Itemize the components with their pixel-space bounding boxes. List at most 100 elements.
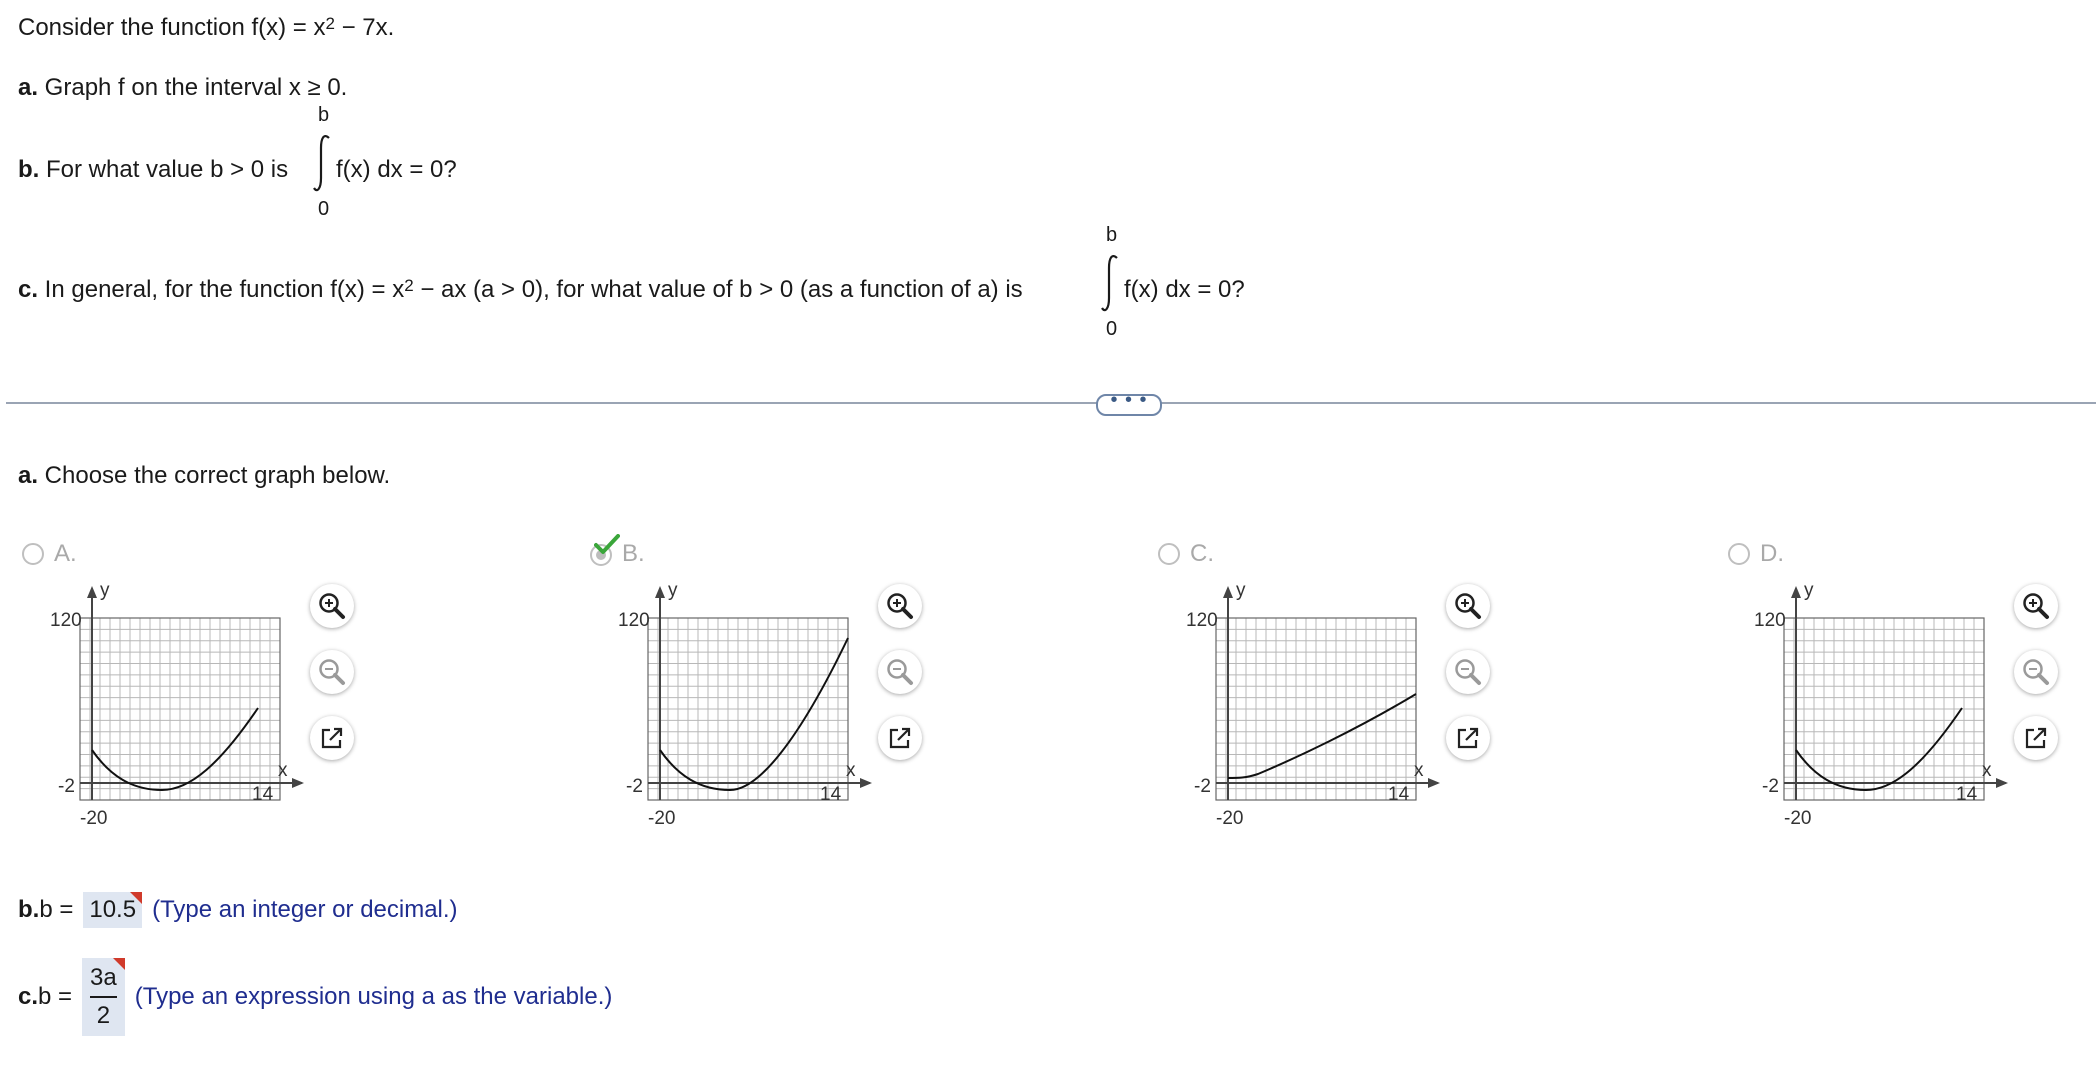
part-c-answer-input[interactable]: 3a 2 (82, 958, 125, 1036)
x-max-tick-label: 14 (252, 784, 274, 805)
answer-flag-icon (130, 892, 143, 904)
x-axis-arrow-icon (1428, 778, 1440, 788)
integral-c-upper-limit: b (1106, 224, 1118, 246)
problem-part-b: b. For what value b > 0 is (18, 156, 288, 184)
zoom-out-button[interactable] (878, 650, 922, 694)
y-axis-arrow-icon (1791, 586, 1801, 598)
open-new-window-button[interactable] (310, 716, 354, 760)
y-max-tick-label: 120 (618, 610, 650, 631)
zoom-out-icon (887, 659, 913, 685)
integral-b-integrand: f(x) dx = 0? (336, 156, 457, 183)
zoom-in-icon (2023, 593, 2049, 619)
answer-flag-icon (112, 958, 125, 970)
y-axis-arrow-icon (1223, 586, 1233, 598)
intro-prefix: Consider the function f(x) = x (18, 14, 326, 41)
show-more-button[interactable]: • • • (1096, 390, 1162, 416)
part-b-answer-input[interactable]: 10.5 (83, 892, 143, 928)
x-min-tick-label: -20 (648, 808, 675, 829)
part-b-label: b. (18, 156, 40, 183)
part-c-prefix: b = (38, 983, 73, 1010)
zoom-out-button[interactable] (310, 650, 354, 694)
x-axis-arrow-icon (860, 778, 872, 788)
x-axis-label: x (1982, 760, 1992, 781)
section-divider (6, 402, 2096, 404)
open-new-window-button[interactable] (1446, 716, 1490, 760)
problem-intro: Consider the function f(x) = x2 − 7x. (18, 14, 394, 42)
zoom-out-icon (319, 659, 345, 685)
integral-b: b f(x) dx = 0? 0 (308, 104, 508, 224)
part-b-hint: (Type an integer or decimal.) (152, 896, 458, 923)
zoom-in-icon (1455, 593, 1481, 619)
zoom-out-button[interactable] (1446, 650, 1490, 694)
x-min-tick-label: -20 (1784, 808, 1811, 829)
option-c-letter: C. (1190, 540, 1214, 567)
problem-part-a: a. Graph f on the interval x ≥ 0. (18, 74, 347, 102)
part-c-hint: (Type an expression using a as the varia… (134, 983, 613, 1010)
open-new-window-button[interactable] (878, 716, 922, 760)
graph-plot: y x 120 -2-20 14 (618, 580, 872, 829)
y-min-tick-label: -2 (1194, 776, 1211, 797)
y-max-tick-label: 120 (50, 610, 82, 631)
zoom-out-icon (1455, 659, 1481, 685)
y-axis-label: y (100, 580, 110, 601)
integral-lower-limit: 0 (318, 198, 330, 220)
intro-exponent: 2 (325, 14, 335, 33)
open-new-window-icon (321, 727, 343, 749)
part-c-denominator: 2 (96, 1002, 111, 1029)
part-b-prefix: b = (39, 896, 74, 923)
part-c-answer-label: c. (18, 983, 39, 1010)
option-d-radio[interactable] (1728, 543, 1750, 565)
checkmark-icon (594, 534, 620, 554)
x-axis-label: x (1414, 760, 1424, 781)
part-a-label: a. (18, 74, 39, 101)
integral-c: b f(x) dx = 0? 0 (1096, 224, 1296, 344)
y-axis-arrow-icon (655, 586, 665, 598)
part-c-answer-row: c. b = 3a 2 (Type an expression using a … (18, 958, 612, 1036)
part-a-prompt: a. Choose the correct graph below. (18, 462, 390, 490)
option-a-radio[interactable] (22, 543, 44, 565)
option-c-radio[interactable] (1158, 543, 1180, 565)
integral-c-lower-limit: 0 (1106, 318, 1118, 340)
zoom-in-button[interactable] (878, 584, 922, 628)
part-c-exponent: 2 (404, 276, 414, 295)
option-d[interactable]: D. (1728, 540, 1784, 568)
part-b-text: For what value b > 0 is (39, 156, 289, 183)
open-new-window-icon (1457, 727, 1479, 749)
zoom-in-icon (319, 593, 345, 619)
part-a-prompt-label: a. (18, 462, 39, 489)
integral-sign-icon (1101, 254, 1118, 312)
y-max-tick-label: 120 (1186, 610, 1218, 631)
open-new-window-icon (889, 727, 911, 749)
open-new-window-button[interactable] (2014, 716, 2058, 760)
integral-upper-limit: b (318, 104, 330, 126)
x-max-tick-label: 14 (1956, 784, 1978, 805)
zoom-in-icon (887, 593, 913, 619)
option-b[interactable]: B. (590, 534, 645, 568)
zoom-in-button[interactable] (2014, 584, 2058, 628)
graph-plot: y x 120 -2-20 14 (1754, 580, 2008, 829)
integral-sign-icon (313, 134, 330, 192)
part-b-answer-label: b. (18, 896, 40, 923)
part-c-label: c. (18, 276, 39, 303)
zoom-in-button[interactable] (310, 584, 354, 628)
zoom-out-icon (2023, 659, 2049, 685)
part-c-text-1: In general, for the function f(x) = x (38, 276, 405, 303)
part-c-text-2: − ax (a > 0), for what value of b > 0 (a… (413, 276, 1023, 303)
graph-option-a: y x 120 -2 -20 14 (40, 578, 310, 838)
graph-option-d: y x 120 -2 -20 14 (1744, 578, 2014, 838)
zoom-out-button[interactable] (2014, 650, 2058, 694)
graph-option-c: y x 120 -2 -20 14 (1176, 578, 1446, 838)
zoom-in-button[interactable] (1446, 584, 1490, 628)
y-min-tick-label: -2 (58, 776, 75, 797)
y-min-tick-label: -2 (626, 776, 643, 797)
option-b-radio[interactable] (590, 534, 620, 566)
x-max-tick-label: 14 (1388, 784, 1410, 805)
x-axis-arrow-icon (1996, 778, 2008, 788)
fraction-bar (90, 996, 117, 998)
x-max-tick-label: 14 (820, 784, 842, 805)
option-c[interactable]: C. (1158, 540, 1214, 568)
x-min-tick-label: -20 (1216, 808, 1243, 829)
x-axis-label: x (278, 760, 288, 781)
y-max-tick-label: 120 (1754, 610, 1786, 631)
option-a[interactable]: A. (22, 540, 77, 568)
